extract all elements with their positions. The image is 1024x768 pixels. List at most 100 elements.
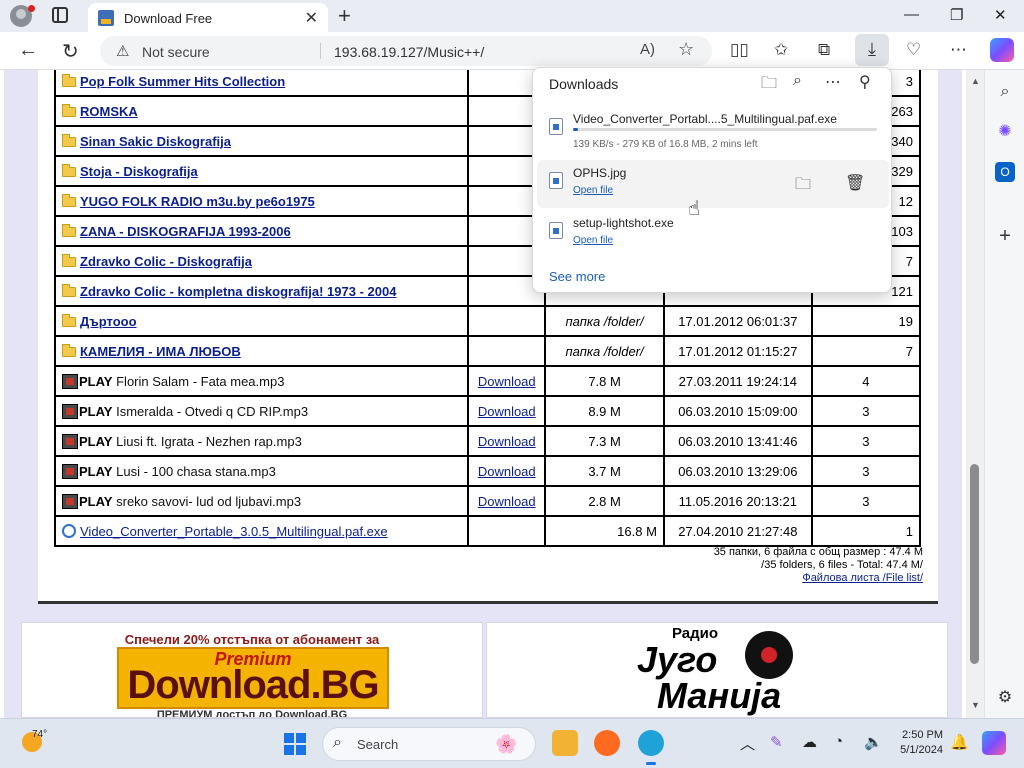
sidebar-add-icon[interactable]: +: [995, 226, 1015, 246]
page-scrollbar[interactable]: ▲ ▼: [966, 70, 984, 718]
folder-link[interactable]: Sinan Sakic Diskografija: [80, 134, 231, 149]
volume-icon[interactable]: 🔈: [864, 733, 883, 751]
count-text: 263: [891, 103, 913, 119]
back-arrow-icon[interactable]: ←: [18, 39, 38, 62]
download-item-ophs[interactable]: OPHS.jpg Open file 🗀 🗑: [537, 160, 889, 208]
download-item-lightshot[interactable]: setup-lightshot.exe Open file: [537, 210, 889, 258]
start-windows-icon[interactable]: [284, 733, 306, 755]
pin-icon[interactable]: ⚲: [859, 72, 871, 92]
folder-link[interactable]: YUGO FOLK RADIO m3u.by ре6о1975: [80, 194, 315, 209]
download-link[interactable]: Download: [478, 404, 536, 419]
open-downloads-folder-icon[interactable]: 🗀: [761, 72, 777, 99]
exe-link[interactable]: Video_Converter_Portable_3.0.5_Multiling…: [80, 524, 388, 539]
cloud-icon[interactable]: ☁: [802, 733, 817, 751]
favorites-icon[interactable]: ✩: [774, 40, 788, 60]
restore-icon[interactable]: ❐: [950, 6, 963, 24]
read-aloud-icon[interactable]: A): [640, 41, 655, 58]
show-in-folder-icon[interactable]: 🗀: [795, 173, 811, 200]
refresh-icon[interactable]: ↻: [62, 39, 79, 64]
exe-name-cell[interactable]: Video_Converter_Portable_3.0.5_Multiling…: [53, 515, 470, 547]
pen-icon[interactable]: ✎: [770, 733, 783, 751]
collections-icon[interactable]: ⧉: [818, 40, 830, 60]
folder-name-cell[interactable]: КАМЕЛИЯ - ИМА ЛЮБОВ: [53, 335, 470, 367]
minimize-icon[interactable]: —: [904, 6, 919, 23]
folder-name-cell[interactable]: ZANA - DISKOGRAFIJA 1993-2006: [53, 215, 470, 247]
sidebar-settings-icon[interactable]: ⚙: [995, 688, 1015, 708]
download-item-video-converter[interactable]: Video_Converter_Portabl....5_Multilingua…: [537, 106, 889, 154]
window-close-icon[interactable]: ✕: [994, 6, 1007, 24]
split-screen-icon[interactable]: ▯▯: [730, 40, 749, 60]
tray-overflow-chevron-icon[interactable]: ︿: [740, 733, 755, 754]
sidebar-search-icon[interactable]: ⌕: [995, 82, 1015, 102]
not-secure-label[interactable]: Not secure: [142, 44, 210, 60]
delete-trash-icon[interactable]: 🗑: [845, 173, 865, 193]
download-link[interactable]: Download: [478, 494, 536, 509]
play-link[interactable]: PLAY: [79, 464, 112, 479]
count-text: 340: [891, 133, 913, 149]
folder-icon: [62, 313, 76, 327]
size-cell: 3.7 M: [544, 455, 665, 487]
more-menu-icon[interactable]: ⋯: [950, 40, 967, 60]
address-bar[interactable]: ⚠ Not secure 193.68.19.127/Music++/ A) ☆: [100, 36, 712, 66]
weather-temperature[interactable]: 74°: [32, 729, 47, 740]
downloads-button[interactable]: ⤓: [855, 34, 889, 66]
sidebar-copilot-icon[interactable]: ✺: [995, 122, 1015, 142]
scroll-down-icon[interactable]: ▼: [971, 700, 980, 710]
folder-link[interactable]: ZANA - DISKOGRAFIJA 1993-2006: [80, 224, 291, 239]
folder-name-cell[interactable]: Zdravko Colic - Diskografija: [53, 245, 470, 277]
download-link[interactable]: Download: [478, 464, 536, 479]
warning-icon[interactable]: ⚠: [116, 42, 129, 60]
edge-icon[interactable]: [638, 730, 664, 765]
file-explorer-icon[interactable]: [552, 730, 578, 756]
sidebar-outlook-icon[interactable]: O: [995, 162, 1015, 182]
folder-link[interactable]: Zdravko Colic - kompletna diskografija! …: [80, 284, 396, 299]
browser-essentials-icon[interactable]: ♡: [906, 40, 921, 60]
search-downloads-icon[interactable]: ⌕: [793, 72, 802, 90]
mania-word: Манија: [657, 675, 782, 716]
tab-close-icon[interactable]: ✕: [305, 8, 318, 28]
favorite-star-icon[interactable]: ☆: [678, 39, 694, 60]
yugo-mania-ad[interactable]: Радио Југо Манија: [486, 622, 948, 718]
folder-link[interactable]: Stoja - Diskografija: [80, 164, 198, 179]
firefox-icon[interactable]: [594, 730, 620, 756]
download-bg-ad[interactable]: Спечели 20% отстъпка от абонамент за Pre…: [21, 622, 483, 718]
play-link[interactable]: PLAY: [79, 404, 112, 419]
play-link[interactable]: PLAY: [79, 494, 112, 509]
folder-link[interactable]: Pop Folk Summer Hits Collection: [80, 74, 285, 89]
download-link[interactable]: Download: [478, 374, 536, 389]
folder-name-cell[interactable]: Sinan Sakic Diskografija: [53, 125, 470, 157]
folder-link[interactable]: Дъртооо: [80, 314, 137, 329]
url-text[interactable]: 193.68.19.127/Music++/: [334, 44, 484, 60]
scroll-thumb[interactable]: [970, 464, 979, 664]
new-tab-icon[interactable]: +: [338, 3, 351, 29]
tab-actions-icon[interactable]: [52, 7, 68, 23]
download-link[interactable]: Download: [478, 434, 536, 449]
see-more-link[interactable]: See more: [549, 269, 605, 284]
copilot-taskbar-icon[interactable]: [982, 731, 1006, 755]
count-text: 3: [862, 433, 870, 449]
folder-name-cell[interactable]: Дъртооо: [53, 305, 470, 337]
open-file-link[interactable]: Open file: [573, 185, 613, 196]
folder-name-cell[interactable]: YUGO FOLK RADIO m3u.by ре6о1975: [53, 185, 470, 217]
folder-link[interactable]: Zdravko Colic - Diskografija: [80, 254, 252, 269]
scroll-up-icon[interactable]: ▲: [971, 76, 980, 86]
play-link[interactable]: PLAY: [79, 434, 112, 449]
taskbar-search[interactable]: ⌕ Search 🌸: [322, 727, 536, 761]
system-clock[interactable]: 2:50 PM 5/1/2024: [897, 728, 943, 758]
open-file-link[interactable]: Open file: [573, 235, 613, 246]
notification-bell-icon[interactable]: 🔔: [950, 733, 969, 751]
tab-download-free[interactable]: Download Free ✕: [88, 3, 328, 32]
folder-name-cell[interactable]: Pop Folk Summer Hits Collection: [53, 70, 470, 97]
listing-summary: 35 папки, 6 файла с общ размер : 47.4 M …: [714, 546, 923, 585]
folder-name-cell[interactable]: Zdravko Colic - kompletna diskografija! …: [53, 275, 470, 307]
copilot-icon[interactable]: [990, 38, 1014, 62]
play-link[interactable]: PLAY: [79, 374, 112, 389]
folder-link[interactable]: ROMSKA: [80, 104, 138, 119]
folder-name-cell[interactable]: Stoja - Diskografija: [53, 155, 470, 187]
ad-logo-box[interactable]: Premium Download.BG: [117, 647, 389, 709]
downloads-more-icon[interactable]: ⋯: [825, 72, 841, 92]
wifi-icon[interactable]: ◔: [834, 733, 843, 750]
folder-link[interactable]: КАМЕЛИЯ - ИМА ЛЮБОВ: [80, 344, 241, 359]
file-list-link[interactable]: Файлова листа /File list/: [714, 572, 923, 585]
folder-name-cell[interactable]: ROMSKA: [53, 95, 470, 127]
